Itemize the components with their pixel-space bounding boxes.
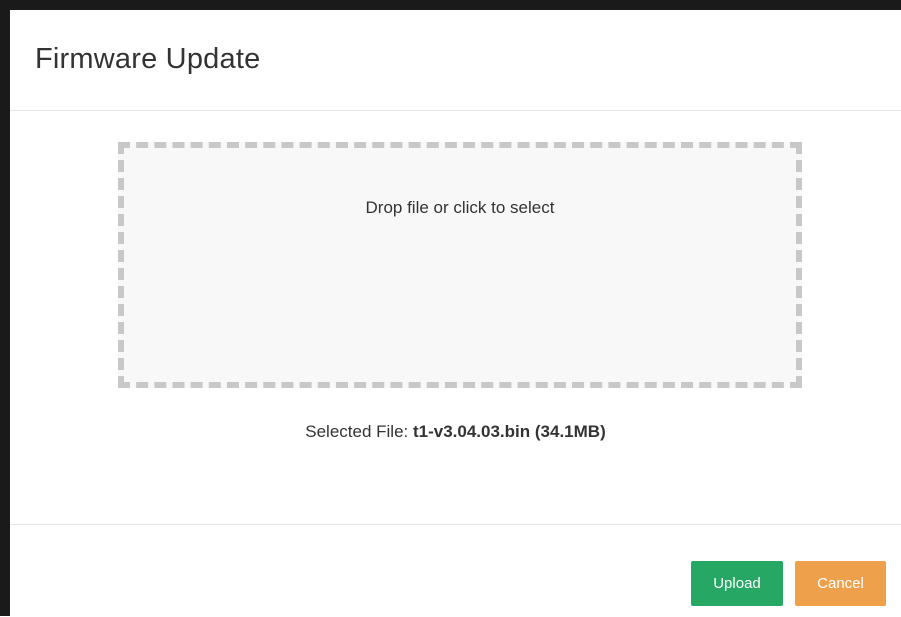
- screen: Firmware Update Drop file or click to se…: [0, 0, 901, 616]
- file-dropzone[interactable]: Drop file or click to select: [118, 142, 802, 388]
- selected-file-info: Selected File: t1-v3.04.03.bin (34.1MB): [10, 422, 901, 442]
- dialog-header: Firmware Update: [10, 10, 901, 111]
- background-edge-left: [0, 0, 10, 616]
- dropzone-prompt: Drop file or click to select: [365, 198, 555, 217]
- selected-file-name: t1-v3.04.03.bin: [412, 422, 531, 441]
- firmware-update-dialog: Firmware Update Drop file or click to se…: [10, 10, 901, 616]
- cancel-button[interactable]: Cancel: [795, 561, 886, 606]
- selected-file-label: Selected File:: [305, 422, 409, 441]
- dialog-footer: Upload Cancel: [10, 524, 901, 617]
- background-edge-top: [0, 0, 901, 10]
- upload-button[interactable]: Upload: [691, 561, 783, 606]
- dialog-title: Firmware Update: [35, 43, 261, 75]
- selected-file-size: (34.1MB): [534, 422, 606, 441]
